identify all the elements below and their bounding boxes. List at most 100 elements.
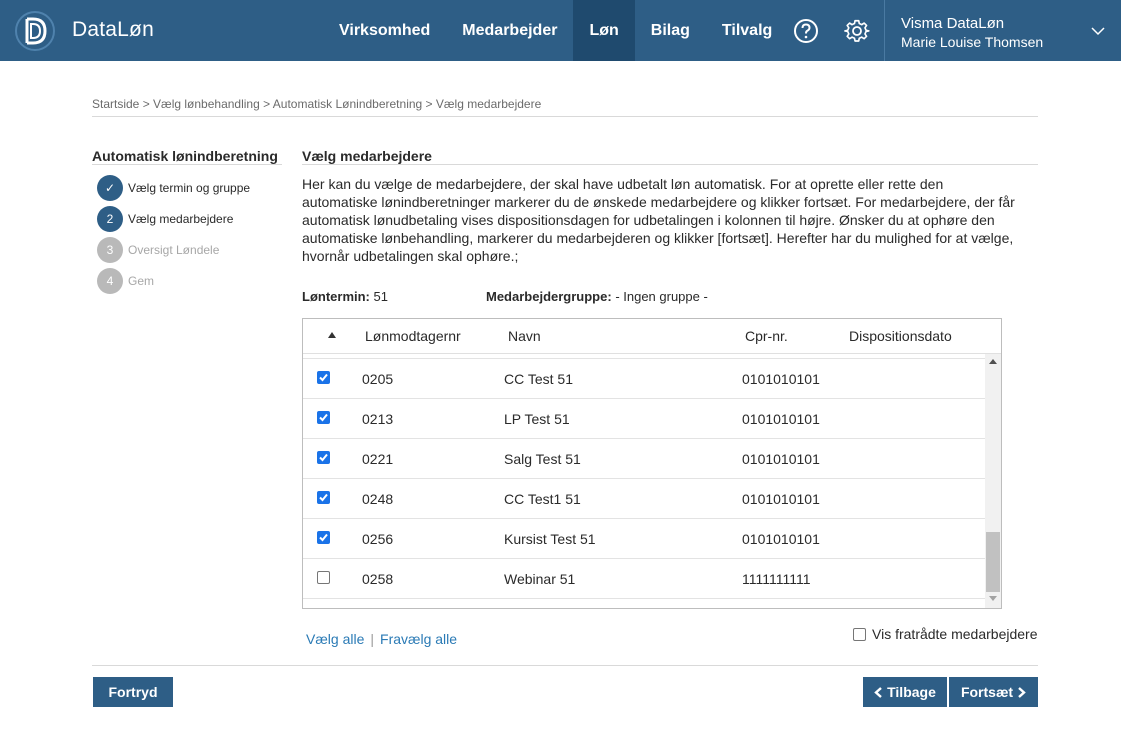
medarbejdergruppe: Medarbejdergruppe: - Ingen gruppe - — [486, 289, 708, 304]
column-header-nr[interactable]: Lønmodtagernr — [365, 328, 461, 344]
intro-text: Her kan du vælge de medarbejdere, der sk… — [302, 176, 1015, 264]
cell-cpr: 0101010101 — [742, 491, 820, 507]
scroll-down-icon[interactable] — [989, 596, 997, 602]
step-label: Vælg medarbejdere — [128, 212, 234, 226]
table-row[interactable]: 0258 Webinar 51 1111111111 — [303, 559, 985, 599]
breadcrumb[interactable]: Startside > Vælg lønbehandling > Automat… — [92, 97, 541, 111]
chevron-right-icon — [1018, 686, 1026, 698]
step-label: Gem — [128, 274, 155, 288]
cell-lonmodtagernr: 0221 — [362, 451, 394, 467]
checkmark-icon — [319, 493, 328, 502]
steps-title: Automatisk lønindberetning — [92, 148, 278, 164]
chevron-left-icon — [874, 686, 882, 698]
cell-navn: Kursist Test 51 — [504, 531, 596, 547]
step-1[interactable]: ✓ Vælg termin og gruppe — [97, 175, 250, 201]
checkmark-icon — [319, 453, 328, 462]
sort-up-icon[interactable] — [328, 332, 336, 338]
nav-medarbejder[interactable]: Medarbejder — [446, 0, 573, 61]
divider — [92, 665, 1038, 666]
checkmark-icon — [319, 373, 328, 382]
step-2: 2 Vælg medarbejdere — [97, 206, 233, 232]
lontermin-label: Løntermin: — [302, 289, 370, 304]
row-checkbox[interactable] — [317, 451, 330, 464]
divider — [92, 164, 282, 165]
next-button-label: Fortsæt — [960, 684, 1014, 700]
cell-lonmodtagernr: 0205 — [362, 371, 394, 387]
cell-lonmodtagernr: 0258 — [362, 571, 394, 587]
nav-loen[interactable]: Løn — [573, 0, 635, 61]
cancel-button[interactable]: Fortryd — [93, 677, 173, 707]
column-header-cpr[interactable]: Cpr-nr. — [745, 328, 788, 344]
cancel-button-label: Fortryd — [108, 684, 158, 700]
table-row[interactable]: 0221 Salg Test 51 0101010101 — [303, 439, 985, 479]
table-row[interactable]: 0205 CC Test 51 0101010101 — [303, 359, 985, 399]
gruppe-label: Medarbejdergruppe: — [486, 289, 612, 304]
question-circle-icon[interactable] — [793, 18, 819, 44]
main-nav: Virksomhed Medarbejder Løn Bilag Tilvalg — [323, 0, 788, 61]
cell-cpr: 0101010101 — [742, 531, 820, 547]
dataloen-logo-icon[interactable] — [14, 8, 56, 54]
top-bar: DataLøn Virksomhed Medarbejder Løn Bilag… — [0, 0, 1121, 61]
step-number: 4 — [97, 268, 123, 294]
checkmark-icon — [319, 533, 328, 542]
table-row[interactable]: 0256 Kursist Test 51 0101010101 — [303, 519, 985, 559]
column-header-dispositionsdato[interactable]: Dispositionsdato — [849, 328, 952, 344]
cell-lonmodtagernr: 0213 — [362, 411, 394, 427]
step-number: 2 — [97, 206, 123, 232]
cell-navn: Salg Test 51 — [504, 451, 581, 467]
table-row[interactable]: 0248 CC Test1 51 0101010101 — [303, 479, 985, 519]
next-button[interactable]: Fortsæt — [949, 677, 1038, 707]
cell-navn: CC Test1 51 — [504, 491, 581, 507]
cell-lonmodtagernr: 0248 — [362, 491, 394, 507]
cell-cpr: 0101010101 — [742, 411, 820, 427]
link-separator: | — [370, 631, 375, 647]
lontermin: Løntermin: 51 — [302, 289, 388, 304]
user-company: Visma DataLøn — [901, 15, 1005, 32]
step-number: 3 — [97, 237, 123, 263]
show-resigned-label: Vis fratrådte medarbejdere — [872, 626, 1038, 642]
gear-icon[interactable] — [844, 18, 870, 44]
row-checkbox[interactable] — [317, 491, 330, 504]
table-row[interactable]: 0213 LP Test 51 0101010101 — [303, 399, 985, 439]
row-checkbox[interactable] — [317, 571, 330, 584]
row-checkbox[interactable] — [317, 531, 330, 544]
gruppe-value: - Ingen gruppe - — [615, 289, 708, 304]
column-header-navn[interactable]: Navn — [508, 328, 541, 344]
brand-name[interactable]: DataLøn — [72, 18, 154, 42]
deselect-all-link[interactable]: Fravælg alle — [380, 631, 457, 647]
step-label: Vælg termin og gruppe — [128, 181, 251, 195]
cell-navn: CC Test 51 — [504, 371, 573, 387]
nav-bilag[interactable]: Bilag — [635, 0, 706, 61]
back-button-label: Tilbage — [887, 684, 936, 700]
check-icon: ✓ — [97, 175, 123, 201]
lontermin-value: 51 — [373, 289, 388, 304]
divider — [92, 116, 1038, 117]
show-resigned-checkbox[interactable] — [853, 627, 866, 641]
selection-links: Vælg alle | Fravælg alle — [306, 631, 457, 647]
user-name: Marie Louise Thomsen — [901, 34, 1044, 50]
show-resigned-toggle[interactable]: Vis fratrådte medarbejdere — [853, 626, 1038, 642]
cell-lonmodtagernr: 0256 — [362, 531, 394, 547]
employee-table: 0171Alexandra Sherman01010101010205CC Te… — [302, 318, 1002, 609]
checkmark-icon — [319, 413, 328, 422]
row-checkbox[interactable] — [317, 371, 330, 384]
scrollbar-thumb[interactable] — [986, 532, 1000, 592]
nav-virksomhed[interactable]: Virksomhed — [323, 0, 446, 61]
cell-navn: Webinar 51 — [504, 571, 576, 587]
table-header: Lønmodtagernr Navn Cpr-nr. Dispositionsd… — [303, 319, 1001, 354]
step-3: 3 Oversigt Løndele — [97, 237, 219, 263]
nav-tilvalg[interactable]: Tilvalg — [706, 0, 788, 61]
page-title: Vælg medarbejdere — [302, 148, 432, 164]
cell-cpr: 0101010101 — [742, 451, 820, 467]
back-button[interactable]: Tilbage — [863, 677, 947, 707]
row-checkbox[interactable] — [317, 411, 330, 424]
step-4: 4 Gem — [97, 268, 154, 294]
divider — [302, 164, 1038, 165]
select-all-link[interactable]: Vælg alle — [306, 631, 364, 647]
cell-cpr: 0101010101 — [742, 371, 820, 387]
user-menu[interactable]: Visma DataLøn Marie Louise Thomsen — [884, 0, 1121, 61]
chevron-down-icon — [1091, 27, 1105, 36]
step-label: Oversigt Løndele — [128, 243, 220, 257]
cell-navn: LP Test 51 — [504, 411, 570, 427]
scroll-up-icon[interactable] — [989, 358, 997, 364]
